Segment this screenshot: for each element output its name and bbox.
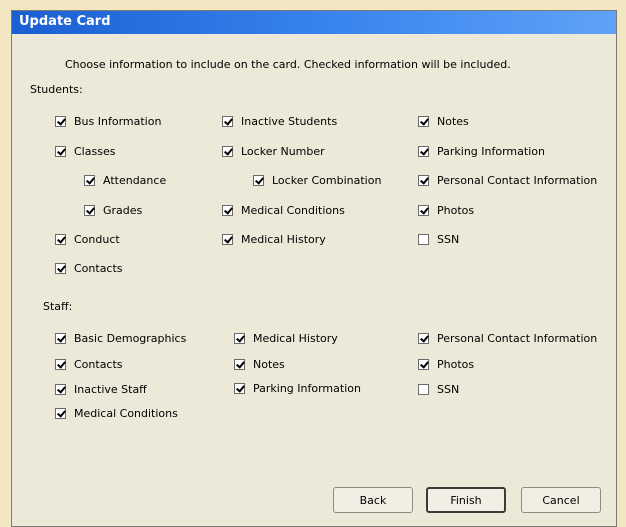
checkbox-student-medical-history[interactable]: Medical History — [222, 232, 326, 247]
checkbox-label: Inactive Staff — [74, 383, 147, 396]
checkbox-label: Parking Information — [437, 145, 545, 158]
checkbox-label: Personal Contact Information — [437, 332, 598, 345]
checkbox-box[interactable] — [222, 205, 233, 216]
checkbox-box[interactable] — [418, 384, 429, 395]
checkbox-staff-basic-demographics[interactable]: Basic Demographics — [55, 331, 186, 346]
checkbox-box[interactable] — [55, 333, 66, 344]
checkbox-label: Medical Conditions — [241, 204, 345, 217]
checkbox-box[interactable] — [84, 205, 95, 216]
checkbox-student-contacts[interactable]: Contacts — [55, 261, 123, 276]
staff-section-label: Staff: — [43, 300, 73, 313]
checkbox-student-personal-contact-information[interactable]: Personal Contact Information — [418, 173, 597, 188]
checkbox-box[interactable] — [222, 146, 233, 157]
checkbox-box[interactable] — [234, 383, 245, 394]
checkbox-box[interactable] — [418, 333, 429, 344]
checkbox-student-locker-number[interactable]: Locker Number — [222, 144, 325, 159]
checkbox-student-medical-conditions[interactable]: Medical Conditions — [222, 203, 345, 218]
checkbox-label: Parking Information — [253, 382, 361, 395]
checkbox-staff-parking-information[interactable]: Parking Information — [234, 381, 361, 396]
checkbox-student-locker-combination[interactable]: Locker Combination — [253, 173, 381, 188]
checkbox-box[interactable] — [418, 359, 429, 370]
checkbox-label: SSN — [437, 383, 460, 396]
checkbox-label: Notes — [437, 115, 469, 128]
checkbox-label: Photos — [437, 204, 475, 217]
checkbox-box[interactable] — [418, 175, 429, 186]
checkbox-box[interactable] — [55, 408, 66, 419]
checkbox-label: Medical History — [241, 233, 326, 246]
checkbox-label: Notes — [253, 358, 285, 371]
checkbox-staff-contacts[interactable]: Contacts — [55, 357, 123, 372]
checkbox-student-bus-information[interactable]: Bus Information — [55, 114, 161, 129]
checkbox-label: Medical History — [253, 332, 338, 345]
checkbox-staff-photos[interactable]: Photos — [418, 357, 474, 372]
checkbox-staff-ssn[interactable]: SSN — [418, 382, 459, 397]
checkbox-label: Conduct — [74, 233, 120, 246]
back-button[interactable]: Back — [333, 487, 413, 513]
checkbox-student-inactive-students[interactable]: Inactive Students — [222, 114, 337, 129]
checkbox-label: Attendance — [103, 174, 167, 187]
checkbox-label: Basic Demographics — [74, 332, 187, 345]
checkbox-box[interactable] — [418, 146, 429, 157]
checkbox-box[interactable] — [84, 175, 95, 186]
checkbox-staff-notes[interactable]: Notes — [234, 357, 285, 372]
checkbox-label: Bus Information — [74, 115, 162, 128]
checkbox-box[interactable] — [55, 263, 66, 274]
checkbox-label: Locker Combination — [272, 174, 382, 187]
checkbox-box[interactable] — [234, 333, 245, 344]
checkbox-box[interactable] — [55, 359, 66, 370]
checkbox-label: Contacts — [74, 358, 123, 371]
checkbox-label: Inactive Students — [241, 115, 338, 128]
dialog-title: Update Card — [19, 14, 111, 29]
checkbox-box[interactable] — [55, 384, 66, 395]
checkbox-staff-medical-conditions[interactable]: Medical Conditions — [55, 406, 178, 421]
checkbox-box[interactable] — [253, 175, 264, 186]
checkbox-student-grades[interactable]: Grades — [84, 203, 142, 218]
checkbox-student-parking-information[interactable]: Parking Information — [418, 144, 545, 159]
checkbox-box[interactable] — [55, 234, 66, 245]
checkbox-box[interactable] — [418, 205, 429, 216]
finish-button[interactable]: Finish — [426, 487, 506, 513]
checkbox-staff-personal-contact-information[interactable]: Personal Contact Information — [418, 331, 597, 346]
checkbox-label: Medical Conditions — [74, 407, 178, 420]
checkbox-staff-medical-history[interactable]: Medical History — [234, 331, 338, 346]
checkbox-box[interactable] — [55, 146, 66, 157]
checkbox-label: Contacts — [74, 262, 123, 275]
checkbox-label: Classes — [74, 145, 116, 158]
update-card-dialog: Update Card Choose information to includ… — [11, 10, 617, 527]
checkbox-box[interactable] — [418, 116, 429, 127]
checkbox-box[interactable] — [222, 234, 233, 245]
checkbox-label: Locker Number — [241, 145, 325, 158]
checkbox-box[interactable] — [234, 359, 245, 370]
title-bar[interactable]: Update Card — [12, 11, 616, 34]
checkbox-box[interactable] — [418, 234, 429, 245]
checkbox-box[interactable] — [222, 116, 233, 127]
checkbox-student-photos[interactable]: Photos — [418, 203, 474, 218]
checkbox-box[interactable] — [55, 116, 66, 127]
checkbox-label: Personal Contact Information — [437, 174, 598, 187]
instructions-text: Choose information to include on the car… — [65, 58, 511, 71]
checkbox-staff-inactive-staff[interactable]: Inactive Staff — [55, 382, 147, 397]
checkbox-label: SSN — [437, 233, 460, 246]
cancel-button[interactable]: Cancel — [521, 487, 601, 513]
checkbox-label: Grades — [103, 204, 143, 217]
checkbox-student-attendance[interactable]: Attendance — [84, 173, 166, 188]
checkbox-student-classes[interactable]: Classes — [55, 144, 115, 159]
checkbox-student-ssn[interactable]: SSN — [418, 232, 459, 247]
checkbox-label: Photos — [437, 358, 475, 371]
students-section-label: Students: — [30, 83, 83, 96]
checkbox-student-conduct[interactable]: Conduct — [55, 232, 120, 247]
checkbox-student-notes[interactable]: Notes — [418, 114, 469, 129]
